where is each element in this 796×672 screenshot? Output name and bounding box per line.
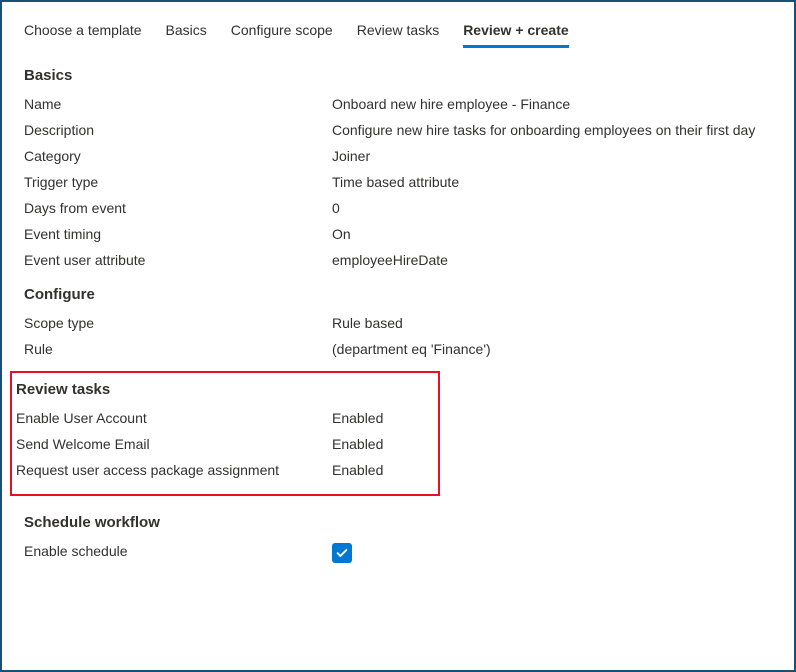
checkmark-icon <box>335 546 349 560</box>
basics-trigger-type-label: Trigger type <box>24 174 332 190</box>
basics-description-label: Description <box>24 122 332 138</box>
configure-scope-type-row: Scope type Rule based <box>24 315 772 331</box>
configure-scope-type-label: Scope type <box>24 315 332 331</box>
basics-event-user-attribute-label: Event user attribute <box>24 252 332 268</box>
tab-review-create[interactable]: Review + create <box>463 16 568 48</box>
basics-trigger-type-value: Time based attribute <box>332 174 772 190</box>
task-send-welcome-email-label: Send Welcome Email <box>16 436 332 452</box>
basics-event-user-attribute-value: employeeHireDate <box>332 252 772 268</box>
task-enable-user-account-value: Enabled <box>332 410 428 426</box>
enable-schedule-label: Enable schedule <box>24 543 332 559</box>
basics-event-timing-value: On <box>332 226 772 242</box>
review-tasks-heading: Review tasks <box>12 381 428 398</box>
basics-name-label: Name <box>24 96 332 112</box>
basics-event-user-attribute-row: Event user attribute employeeHireDate <box>24 252 772 268</box>
task-request-access-package-value: Enabled <box>332 462 428 478</box>
task-send-welcome-email-value: Enabled <box>332 436 428 452</box>
enable-schedule-checkbox[interactable] <box>332 543 352 563</box>
tab-review-tasks[interactable]: Review tasks <box>357 16 439 48</box>
tab-configure-scope[interactable]: Configure scope <box>231 16 333 48</box>
basics-days-from-event-row: Days from event 0 <box>24 200 772 216</box>
basics-heading: Basics <box>24 67 772 84</box>
basics-event-timing-row: Event timing On <box>24 226 772 242</box>
task-request-access-package-row: Request user access package assignment E… <box>12 462 428 478</box>
basics-category-row: Category Joiner <box>24 148 772 164</box>
content-area: Basics Name Onboard new hire employee - … <box>2 49 794 593</box>
task-enable-user-account-row: Enable User Account Enabled <box>12 410 428 426</box>
configure-scope-type-value: Rule based <box>332 315 772 331</box>
basics-days-from-event-label: Days from event <box>24 200 332 216</box>
basics-category-label: Category <box>24 148 332 164</box>
basics-category-value: Joiner <box>332 148 772 164</box>
schedule-workflow-heading: Schedule workflow <box>24 514 772 531</box>
basics-description-value: Configure new hire tasks for onboarding … <box>332 122 772 138</box>
configure-rule-value: (department eq 'Finance') <box>332 341 772 357</box>
review-tasks-highlight: Review tasks Enable User Account Enabled… <box>10 371 440 496</box>
configure-heading: Configure <box>24 286 772 303</box>
configure-rule-row: Rule (department eq 'Finance') <box>24 341 772 357</box>
basics-name-row: Name Onboard new hire employee - Finance <box>24 96 772 112</box>
basics-name-value: Onboard new hire employee - Finance <box>332 96 772 112</box>
enable-schedule-row: Enable schedule <box>24 543 772 563</box>
tab-choose-template[interactable]: Choose a template <box>24 16 142 48</box>
tabs-bar: Choose a template Basics Configure scope… <box>2 2 794 49</box>
basics-event-timing-label: Event timing <box>24 226 332 242</box>
basics-trigger-type-row: Trigger type Time based attribute <box>24 174 772 190</box>
task-request-access-package-label: Request user access package assignment <box>16 462 332 478</box>
tab-basics[interactable]: Basics <box>166 16 207 48</box>
task-enable-user-account-label: Enable User Account <box>16 410 332 426</box>
task-send-welcome-email-row: Send Welcome Email Enabled <box>12 436 428 452</box>
configure-rule-label: Rule <box>24 341 332 357</box>
basics-description-row: Description Configure new hire tasks for… <box>24 122 772 138</box>
enable-schedule-value <box>332 543 772 563</box>
basics-days-from-event-value: 0 <box>332 200 772 216</box>
